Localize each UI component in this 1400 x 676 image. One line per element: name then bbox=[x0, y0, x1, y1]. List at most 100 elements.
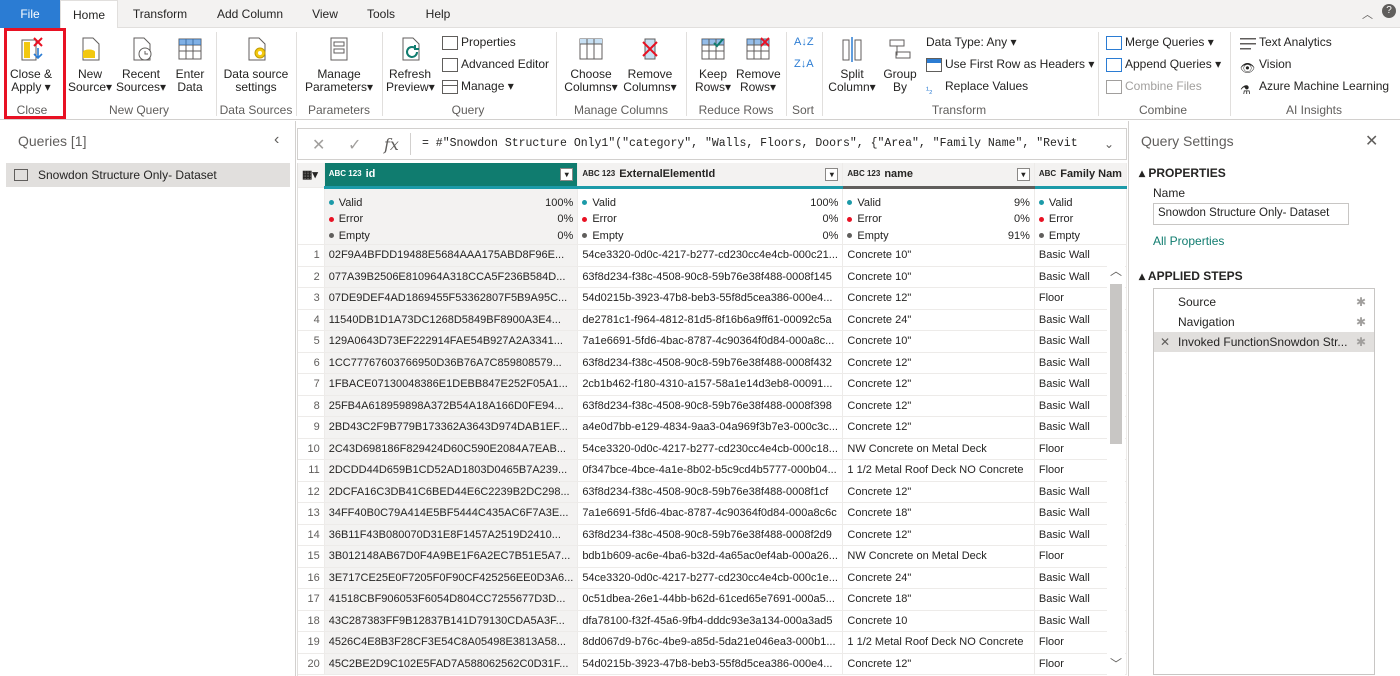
filter-dropdown-icon[interactable]: ▾ bbox=[1016, 168, 1030, 181]
advanced-editor-button[interactable]: Advanced Editor bbox=[442, 54, 549, 74]
azure-ml-button[interactable]: ⚗ Azure Machine Learning bbox=[1240, 76, 1389, 97]
remove-rows-button[interactable]: Remove Rows▾ bbox=[736, 32, 781, 94]
table-cell[interactable]: Concrete 10" bbox=[842, 244, 1035, 267]
manage-parameters-button[interactable]: Manage Parameters▾ bbox=[302, 32, 376, 94]
split-column-button[interactable]: Split Column▾ bbox=[826, 32, 878, 94]
tab-tools[interactable]: Tools bbox=[356, 0, 406, 28]
tab-file[interactable]: File bbox=[0, 0, 60, 28]
filter-dropdown-icon[interactable]: ▾ bbox=[825, 168, 839, 181]
table-cell[interactable]: Concrete 12" bbox=[842, 416, 1035, 439]
properties-button[interactable]: Properties bbox=[442, 32, 516, 52]
table-cell[interactable]: Concrete 10" bbox=[842, 266, 1035, 288]
table-cell[interactable]: Concrete 12" bbox=[842, 395, 1035, 417]
table-row[interactable]: 6 1CC77767603766950D36B76A7C859808579... 6… bbox=[298, 352, 1127, 374]
table-cell[interactable]: 63f8d234-f38c-4508-90c8-59b76e38f488-000… bbox=[577, 481, 844, 503]
tab-add-column[interactable]: Add Column bbox=[206, 0, 294, 28]
sort-ascending-icon[interactable]: A↓Z bbox=[794, 32, 814, 52]
table-row[interactable]: 11 2DCDD44D659B1CD52AD1803D0465B7A239... 0… bbox=[298, 459, 1127, 482]
table-cell[interactable]: 02F9A4BFDD19488E5684AAA175ABD8F96E... bbox=[324, 244, 579, 267]
table-cell[interactable]: 3E717CE25E0F7205F0F90CF425256EE0D3A6... bbox=[324, 567, 579, 589]
column-header-name[interactable]: ABC 123 name ▾ bbox=[842, 163, 1035, 189]
table-row[interactable]: 10 2C43D698186F829424D60C590E2084A7EAB...… bbox=[298, 438, 1127, 460]
scroll-thumb[interactable] bbox=[1110, 284, 1122, 444]
table-cell[interactable]: 54d0215b-3923-47b8-beb3-55f8d5cea386-000… bbox=[577, 653, 844, 675]
vertical-scrollbar[interactable]: ︿ ﹀ bbox=[1107, 262, 1125, 676]
step-invoked-function[interactable]: ✕ Invoked FunctionSnowdon Str... ✱ bbox=[1154, 332, 1374, 352]
vision-button[interactable]: 👁 Vision bbox=[1240, 54, 1291, 75]
table-cell[interactable]: 36B11F43B080070D31E8F1457A2519D2410... bbox=[324, 524, 579, 546]
table-row[interactable]: 19 4526C4E8B3F28CF3E54C8A05498E3813A58...… bbox=[298, 631, 1127, 654]
step-source[interactable]: Source ✱ bbox=[1154, 292, 1374, 312]
table-cell[interactable]: 2BD43C2F9B779B173362A3643D974DAB1EF... bbox=[324, 416, 579, 439]
table-cell[interactable]: 11540DB1D1A73DC1268D5849BF8900A3E4... bbox=[324, 309, 579, 331]
table-row[interactable]: 12 2DCFA16C3DB41C6BED44E6C2239B2DC298... 6… bbox=[298, 481, 1127, 503]
tab-transform[interactable]: Transform bbox=[124, 0, 196, 28]
table-cell[interactable]: 1 1/2 Metal Roof Deck NO Concrete bbox=[842, 631, 1035, 654]
table-row[interactable]: 3 07DE9DEF4AD1869455F53362807F5B9A95C... 5… bbox=[298, 287, 1127, 310]
enter-data-button[interactable]: Enter Data bbox=[170, 32, 210, 94]
table-cell[interactable]: 54ce3320-0d0c-4217-b277-cd230cc4e4cb-000… bbox=[577, 567, 844, 589]
table-cell[interactable]: 129A0643D73EF222914FAE54B927A2A3341... bbox=[324, 330, 579, 353]
gear-icon[interactable]: ✱ bbox=[1356, 312, 1366, 332]
tab-home[interactable]: Home bbox=[60, 0, 118, 29]
table-cell[interactable]: NW Concrete on Metal Deck bbox=[842, 545, 1035, 568]
data-type-dropdown[interactable]: Data Type: Any ▾ bbox=[926, 32, 1017, 52]
table-cell[interactable]: 2C43D698186F829424D60C590E2084A7EAB... bbox=[324, 438, 579, 460]
table-cell[interactable]: Concrete 10" bbox=[842, 330, 1035, 353]
column-header-family-name[interactable]: ABC Family Nam bbox=[1034, 163, 1127, 189]
all-properties-link[interactable]: All Properties bbox=[1153, 234, 1224, 248]
scroll-down-icon[interactable]: ﹀ bbox=[1110, 655, 1122, 672]
gear-icon[interactable]: ✱ bbox=[1356, 332, 1366, 352]
remove-columns-button[interactable]: Remove Columns▾ bbox=[622, 32, 678, 94]
table-cell[interactable]: 45C2BE2D9C102E5FAD7A588062562C0D31F... bbox=[324, 653, 579, 675]
table-cell[interactable]: Concrete 24" bbox=[842, 567, 1035, 589]
collapse-ribbon-icon[interactable]: ︿ bbox=[1362, 6, 1373, 22]
table-cell[interactable]: 54d0215b-3923-47b8-beb3-55f8d5cea386-000… bbox=[577, 287, 844, 310]
table-cell[interactable]: 43C287383FF9B12837B141D79130CDA5A3F... bbox=[324, 610, 579, 632]
filter-dropdown-icon[interactable]: ▾ bbox=[560, 168, 574, 181]
table-row[interactable]: 18 43C287383FF9B12837B141D79130CDA5A3F...… bbox=[298, 610, 1127, 632]
scroll-up-icon[interactable]: ︿ bbox=[1110, 262, 1122, 279]
table-row[interactable]: 8 25FB4A618959898A372B54A18A166D0FE94... 6… bbox=[298, 395, 1127, 417]
table-cell[interactable]: Concrete 18" bbox=[842, 588, 1035, 611]
table-cell[interactable]: a4e0d7bb-e129-4834-9aa3-04a969f3b7e3-000… bbox=[577, 416, 844, 439]
table-cell[interactable]: Concrete 12" bbox=[842, 653, 1035, 675]
tab-help[interactable]: Help bbox=[414, 0, 462, 28]
text-analytics-button[interactable]: Text Analytics bbox=[1240, 32, 1332, 52]
keep-rows-button[interactable]: Keep Rows▾ bbox=[692, 32, 734, 94]
table-row[interactable]: 14 36B11F43B080070D31E8F1457A2519D2410...… bbox=[298, 524, 1127, 546]
table-cell[interactable]: Concrete 10 bbox=[842, 610, 1035, 632]
table-cell[interactable]: 07DE9DEF4AD1869455F53362807F5B9A95C... bbox=[324, 287, 579, 310]
table-cell[interactable]: 41518CBF906053F6054D804CC7255677D3D... bbox=[324, 588, 579, 611]
refresh-preview-button[interactable]: Refresh Preview▾ bbox=[386, 32, 435, 94]
table-row[interactable]: 9 2BD43C2F9B779B173362A3643D974DAB1EF... a… bbox=[298, 416, 1127, 439]
table-cell[interactable]: 0c51dbea-26e1-44bb-b62d-61ced65e7691-000… bbox=[577, 588, 844, 611]
table-cell[interactable]: 54ce3320-0d0c-4217-b277-cd230cc4e4cb-000… bbox=[577, 438, 844, 460]
new-source-button[interactable]: New Source▾ bbox=[68, 32, 112, 94]
tab-view[interactable]: View bbox=[300, 0, 350, 28]
table-row[interactable]: 5 129A0643D73EF222914FAE54B927A2A3341... 7… bbox=[298, 330, 1127, 353]
table-cell[interactable]: Concrete 12" bbox=[842, 373, 1035, 396]
query-name-input[interactable]: Snowdon Structure Only- Dataset bbox=[1153, 203, 1349, 225]
table-cell[interactable]: Concrete 12" bbox=[842, 352, 1035, 374]
fx-icon[interactable]: fx bbox=[384, 135, 399, 154]
table-row[interactable]: 7 1FBACE07130048386E1DEBB847E252F05A1... 2… bbox=[298, 373, 1127, 396]
applied-steps-section[interactable]: ▴ APPLIED STEPS bbox=[1139, 269, 1243, 283]
table-row[interactable]: 1 02F9A4BFDD19488E5684AAA175ABD8F96E... 54… bbox=[298, 244, 1127, 267]
table-cell[interactable]: 7a1e6691-5fd6-4bac-8787-4c90364f0d84-000… bbox=[577, 330, 844, 353]
table-cell[interactable]: Concrete 24" bbox=[842, 309, 1035, 331]
table-cell[interactable]: 63f8d234-f38c-4508-90c8-59b76e38f488-000… bbox=[577, 524, 844, 546]
table-cell[interactable]: de2781c1-f964-4812-81d5-8f16b6a9ff61-000… bbox=[577, 309, 844, 331]
table-cell[interactable]: Concrete 12" bbox=[842, 481, 1035, 503]
manage-button[interactable]: Manage ▾ bbox=[442, 76, 514, 96]
collapse-queries-icon[interactable]: ‹ bbox=[274, 131, 279, 149]
choose-columns-button[interactable]: Choose Columns▾ bbox=[562, 32, 620, 94]
table-cell[interactable]: 34FF40B0C79A414E5BF5444C435AC6F7A3E... bbox=[324, 502, 579, 525]
group-by-button[interactable]: Group By bbox=[880, 32, 920, 94]
commit-icon[interactable]: ✓ bbox=[348, 135, 361, 155]
help-icon[interactable]: ? bbox=[1382, 4, 1396, 18]
first-row-headers-button[interactable]: Use First Row as Headers ▾ bbox=[926, 54, 1094, 74]
replace-values-button[interactable]: ¹₂ Replace Values bbox=[926, 76, 1028, 96]
table-cell[interactable]: 25FB4A618959898A372B54A18A166D0FE94... bbox=[324, 395, 579, 417]
table-cell[interactable]: 1FBACE07130048386E1DEBB847E252F05A1... bbox=[324, 373, 579, 396]
